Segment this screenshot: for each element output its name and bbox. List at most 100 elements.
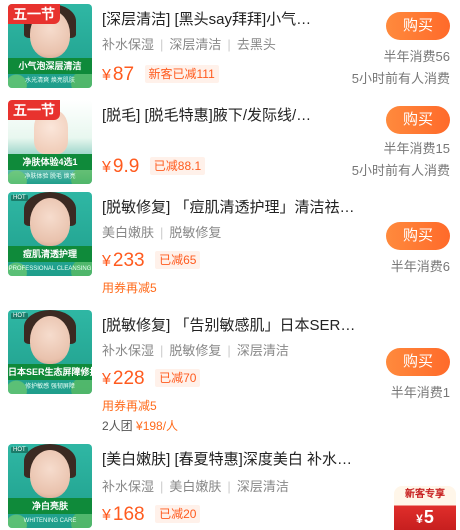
thumbnail-subcaption: WHITENING CARE: [23, 518, 77, 524]
product-title[interactable]: [脱毛] [脱毛特惠]腋下/发际线/…: [102, 106, 378, 126]
tag: 补水保湿: [102, 37, 155, 52]
product-thumbnail[interactable]: HOT 痘肌清透护理 PROFESSIONAL CLEANSING: [8, 192, 92, 276]
price-value: 168: [112, 504, 145, 525]
list-item[interactable]: 五一节 净肤体验4选1 净肤体验 脱毛 焕亮 [脱毛] [脱毛特惠]腋下/发际线…: [0, 96, 460, 188]
price-row: ¥228 已减70: [102, 366, 201, 393]
tag: 深层清洁: [169, 37, 222, 52]
hot-badge: HOT: [11, 195, 28, 201]
buy-button[interactable]: 购买: [386, 348, 450, 376]
group-buy-info: 2人团 ¥198/人: [102, 418, 178, 434]
thumbnail-caption: 小气泡深层清洁: [8, 58, 92, 74]
new-customer-coupon[interactable]: 新客专享 ¥5: [394, 486, 456, 530]
product-thumbnail[interactable]: HOT 净白亮肤 WHITENING CARE: [8, 444, 92, 528]
list-item[interactable]: HOT 日本SER生态屏障修护 修护敏感 强韧屏障 [脱敏修复] 「告别敏感肌」…: [0, 306, 460, 440]
price: ¥233: [102, 250, 145, 271]
tag: 深层清洁: [236, 479, 289, 494]
discount-badge: 已减70: [155, 369, 201, 387]
tag: 脱敏修复: [169, 343, 222, 358]
currency-symbol: ¥: [102, 67, 111, 84]
discount-badge: 已减88.1: [149, 157, 206, 175]
list-item[interactable]: HOT 痘肌清透护理 PROFESSIONAL CLEANSING [脱敏修复]…: [0, 188, 460, 306]
product-tags: 补水保湿 | 深层清洁 | 去黑头: [102, 36, 276, 54]
tag: 深层清洁: [236, 343, 289, 358]
hot-badge: HOT: [11, 313, 28, 319]
product-list: 五一节 小气泡深层清洁 水光清爽 焕亮肌肤 [深层清洁] [黑头say拜拜]小气…: [0, 0, 460, 530]
thumbnail-subcaption: 净肤体验 脱毛 焕亮: [24, 174, 76, 180]
product-thumbnail[interactable]: HOT 日本SER生态屏障修护 修护敏感 强韧屏障: [8, 310, 92, 394]
price-row: ¥233 已减65: [102, 248, 201, 275]
discount-badge: 已减65: [155, 251, 201, 269]
price-value: 87: [112, 64, 135, 85]
tag: 美白嫩肤: [102, 225, 155, 240]
thumbnail-subcaption: PROFESSIONAL CLEANSING: [8, 266, 92, 272]
product-title[interactable]: [美白嫩肤] [春夏特惠]深度美白 补水…: [102, 450, 378, 470]
festival-badge: 五一节: [8, 100, 60, 120]
promo-value: 5: [423, 507, 434, 527]
coupon-note: 用券再减5: [102, 281, 157, 295]
coupon-note: 用券再减5: [102, 399, 157, 413]
tag-separator: |: [160, 225, 164, 240]
consumption-stats: 半年消费6: [390, 259, 450, 274]
tag: 脱敏修复: [169, 225, 222, 240]
list-item[interactable]: HOT 净白亮肤 WHITENING CARE [美白嫩肤] [春夏特惠]深度美…: [0, 440, 460, 530]
product-title[interactable]: [脱敏修复] 「痘肌清透护理」清洁祛…: [102, 198, 378, 218]
thumbnail-subcaption: 水光清爽 焕亮肌肤: [25, 78, 75, 84]
recent-activity: 5小时前有人消费: [351, 71, 450, 86]
buy-button[interactable]: 购买: [386, 222, 450, 250]
discount-badge: 已减20: [155, 505, 201, 523]
buy-button[interactable]: 购买: [386, 106, 450, 134]
price-row: ¥87 新客已减111: [102, 62, 219, 89]
tag: 补水保湿: [102, 479, 155, 494]
price-row: ¥9.9 已减88.1: [102, 154, 206, 181]
price-value: 9.9: [112, 156, 140, 177]
product-title[interactable]: [脱敏修复] 「告别敏感肌」日本SER…: [102, 316, 378, 336]
recent-activity: 5小时前有人消费: [351, 163, 450, 178]
promo-label: 新客专享: [405, 489, 445, 500]
thumbnail-subcaption: 修护敏感 强韧屏障: [25, 384, 75, 390]
thumbnail-caption: 日本SER生态屏障修护: [8, 364, 92, 380]
tag: 去黑头: [236, 37, 276, 52]
consumption-stats: 半年消费15: [383, 141, 450, 156]
product-title[interactable]: [深层清洁] [黑头say拜拜]小气…: [102, 10, 378, 30]
currency-symbol: ¥: [102, 253, 111, 270]
product-tags: 补水保湿 | 美白嫩肤 | 深层清洁: [102, 478, 289, 496]
thumbnail-caption: 净白亮肤: [8, 498, 92, 514]
product-thumbnail[interactable]: 五一节 净肤体验4选1 净肤体验 脱毛 焕亮: [8, 100, 92, 184]
hot-badge: HOT: [11, 447, 28, 453]
festival-badge: 五一节: [8, 4, 60, 24]
price: ¥9.9: [102, 156, 139, 177]
currency-symbol: ¥: [102, 507, 111, 524]
tag-separator: |: [160, 343, 164, 358]
thumbnail-caption: 净肤体验4选1: [8, 154, 92, 170]
consumption-stats: 半年消费56: [383, 49, 450, 64]
tag-separator: |: [227, 343, 231, 358]
model-face-shape: [30, 198, 70, 246]
group-size: 2人团: [102, 419, 133, 433]
consumption-stats: 半年消费1: [390, 385, 450, 400]
currency-symbol: ¥: [102, 159, 111, 176]
price-value: 228: [112, 368, 145, 389]
group-price: ¥198/人: [136, 419, 179, 433]
tag-separator: |: [227, 479, 231, 494]
currency-symbol: ¥: [416, 512, 423, 526]
price-row: ¥168 已减20: [102, 502, 201, 529]
tag-separator: |: [227, 37, 231, 52]
buy-button[interactable]: 购买: [386, 12, 450, 40]
price-value: 233: [112, 250, 145, 271]
tag-separator: |: [160, 479, 164, 494]
list-item[interactable]: 五一节 小气泡深层清洁 水光清爽 焕亮肌肤 [深层清洁] [黑头say拜拜]小气…: [0, 0, 460, 96]
discount-badge: 新客已减111: [144, 65, 219, 83]
product-tags: 美白嫩肤 | 脱敏修复: [102, 224, 221, 242]
tag-separator: |: [160, 37, 164, 52]
product-thumbnail[interactable]: 五一节 小气泡深层清洁 水光清爽 焕亮肌肤: [8, 4, 92, 88]
model-face-shape: [30, 316, 70, 364]
promo-amount: ¥5: [394, 504, 456, 530]
price: ¥168: [102, 504, 145, 525]
thumbnail-caption: 痘肌清透护理: [8, 246, 92, 262]
price: ¥228: [102, 368, 145, 389]
price: ¥87: [102, 64, 134, 85]
tag: 美白嫩肤: [169, 479, 222, 494]
currency-symbol: ¥: [102, 371, 111, 388]
model-face-shape: [30, 450, 70, 498]
tag: 补水保湿: [102, 343, 155, 358]
